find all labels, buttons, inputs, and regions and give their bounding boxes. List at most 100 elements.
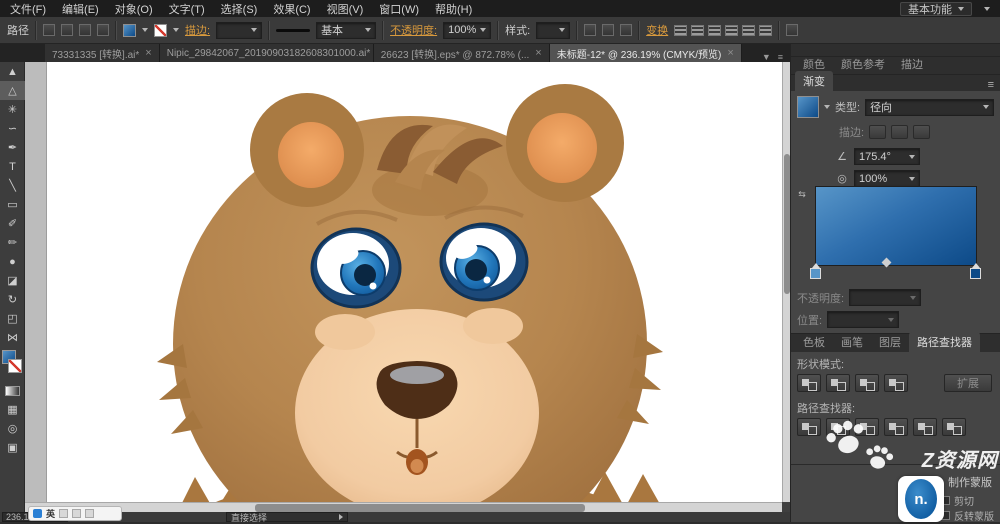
isolate-selection-button[interactable] (584, 24, 597, 36)
gradient-swatch-thumbnail[interactable] (797, 96, 819, 118)
tab-stroke[interactable]: 描边 (893, 54, 931, 74)
gradient-angle-select[interactable]: 175.4° (854, 148, 920, 165)
recolor-artwork-button[interactable] (602, 24, 615, 36)
select-similar-button[interactable] (620, 24, 633, 36)
gradient-stop-start[interactable] (810, 263, 821, 279)
magic-wand-tool[interactable]: ✳ (0, 100, 25, 119)
brush-definition-select[interactable]: 基本 (316, 21, 377, 39)
make-mask-button[interactable]: 制作蒙版 (948, 474, 992, 490)
tab-layers[interactable]: 图层 (871, 332, 909, 352)
status-tool-display[interactable]: 直接选择 (226, 512, 348, 523)
zoom-tool[interactable]: ◎ (0, 419, 25, 438)
document-tab-3[interactable]: 26623 [转换].eps* @ 872.78% (... × (373, 44, 550, 62)
ime-settings-icon[interactable] (85, 509, 95, 518)
align-bottom-button[interactable] (759, 24, 773, 36)
scale-tool[interactable]: ◰ (0, 309, 25, 328)
lasso-tool[interactable]: ∽ (0, 119, 25, 138)
merge-button[interactable] (855, 418, 879, 436)
ime-symbol-icon[interactable] (72, 509, 82, 518)
expand-button[interactable]: 扩展 (944, 374, 992, 392)
gradient-type-select[interactable]: 径向 (865, 98, 994, 116)
minus-back-button[interactable] (942, 418, 966, 436)
stroke-color-swatch[interactable] (154, 23, 167, 37)
stroke-weight-select[interactable] (216, 21, 263, 39)
line-segment-tool[interactable]: ╲ (0, 176, 25, 195)
transform-panel-link[interactable]: 变换 (646, 22, 668, 38)
pen-tool[interactable]: ✒ (0, 138, 25, 157)
type-tool[interactable]: T (0, 157, 25, 176)
stroke-gradient-along-button[interactable] (891, 125, 909, 139)
tab-brushes[interactable]: 画笔 (833, 332, 871, 352)
stop-position-select[interactable] (827, 311, 900, 328)
ime-keyboard-icon[interactable] (59, 509, 69, 518)
convert-smooth-button[interactable] (61, 24, 73, 36)
bear-illustration[interactable] (47, 62, 782, 502)
tab-overflow-icon[interactable]: ▼ (762, 52, 771, 62)
convert-corner-button[interactable] (43, 24, 55, 36)
outline-button[interactable] (913, 418, 937, 436)
control-bar-extra-button[interactable] (786, 24, 799, 36)
tab-color-guide[interactable]: 颜色参考 (833, 54, 893, 74)
menu-select[interactable]: 选择(S) (221, 1, 258, 17)
document-tab-1[interactable]: 73331335 [转换].ai* × (45, 44, 160, 62)
align-middle-button[interactable] (742, 24, 756, 36)
selection-tool[interactable]: ▲ (0, 62, 25, 81)
paintbrush-tool[interactable]: ✐ (0, 214, 25, 233)
menu-object[interactable]: 对象(O) (115, 1, 153, 17)
menu-window[interactable]: 窗口(W) (379, 1, 419, 17)
panel-menu-icon[interactable]: ≡ (988, 79, 994, 91)
mesh-tool[interactable]: ▦ (0, 400, 25, 419)
menu-help[interactable]: 帮助(H) (435, 1, 472, 17)
intersect-button[interactable] (855, 374, 879, 392)
tab-gradient[interactable]: 渐变 (795, 71, 833, 91)
pencil-tool[interactable]: ✏ (0, 233, 25, 252)
gradient-aspect-select[interactable]: 100% (854, 170, 920, 187)
gradient-tool[interactable] (4, 386, 20, 396)
horizontal-scrollbar-thumb[interactable] (255, 504, 585, 512)
tab-menu-icon[interactable]: ≡ (778, 52, 783, 62)
style-select[interactable] (536, 21, 571, 39)
opacity-select[interactable]: 100% (443, 21, 492, 39)
rectangle-tool[interactable]: ▭ (0, 195, 25, 214)
ime-logo-icon[interactable] (33, 509, 42, 518)
stroke-gradient-within-button[interactable] (869, 125, 887, 139)
divide-button[interactable] (797, 418, 821, 436)
unite-button[interactable] (797, 374, 821, 392)
eraser-tool[interactable]: ◪ (0, 271, 25, 290)
canvas-area[interactable] (25, 62, 782, 502)
width-tool[interactable]: ⋈ (0, 328, 25, 347)
trim-button[interactable] (826, 418, 850, 436)
align-top-button[interactable] (725, 24, 739, 36)
chevron-down-icon[interactable] (824, 105, 830, 109)
rotate-tool[interactable]: ↻ (0, 290, 25, 309)
gradient-stop-end[interactable] (970, 263, 981, 279)
close-icon[interactable]: × (535, 47, 541, 59)
opacity-panel-link[interactable]: 不透明度: (390, 22, 437, 38)
close-icon[interactable]: × (145, 47, 151, 59)
reverse-gradient-icon[interactable]: ⇆ (795, 187, 809, 201)
menu-edit[interactable]: 编辑(E) (62, 1, 99, 17)
direct-selection-tool[interactable]: △ (0, 81, 25, 100)
blob-brush-tool[interactable]: ● (0, 252, 25, 271)
menubar-overflow-icon[interactable] (984, 6, 990, 11)
menu-file[interactable]: 文件(F) (10, 1, 46, 17)
document-tab-4-active[interactable]: 未标题-12* @ 236.19% (CMYK/预览) × (549, 44, 742, 62)
fill-color-swatch[interactable] (123, 23, 136, 37)
screen-mode-button[interactable]: ▣ (0, 438, 25, 457)
close-icon[interactable]: × (727, 47, 733, 59)
menu-effect[interactable]: 效果(C) (273, 1, 310, 17)
hide-handles-button[interactable] (97, 24, 109, 36)
ime-language-button[interactable]: 英 (46, 507, 55, 520)
gradient-ramp[interactable] (815, 186, 977, 266)
menu-type[interactable]: 文字(T) (169, 1, 205, 17)
align-left-button[interactable] (674, 24, 688, 36)
stop-opacity-select[interactable] (849, 289, 922, 306)
tab-pathfinder[interactable]: 路径查找器 (909, 332, 980, 352)
workspace-switcher[interactable]: 基本功能 (900, 1, 972, 16)
minus-front-button[interactable] (826, 374, 850, 392)
stroke-panel-link[interactable]: 描边: (185, 22, 210, 38)
tab-swatches[interactable]: 色板 (795, 332, 833, 352)
crop-button[interactable] (884, 418, 908, 436)
stroke-swatch[interactable] (8, 359, 22, 373)
show-handles-button[interactable] (79, 24, 91, 36)
